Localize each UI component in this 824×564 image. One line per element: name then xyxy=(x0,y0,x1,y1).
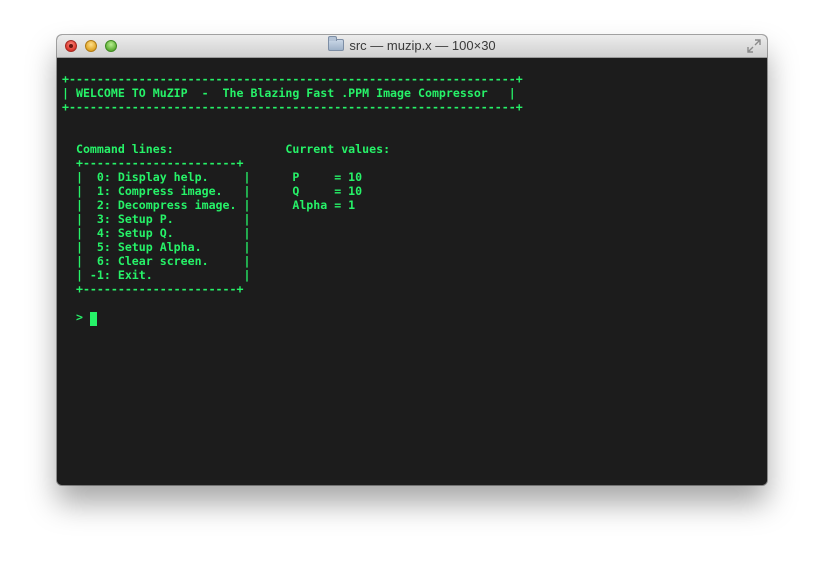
menu-item-compress: | 1: Compress image. | Q = 10 xyxy=(62,184,363,198)
window-title: src — muzip.x — 100×30 xyxy=(349,38,496,53)
window-title-area: src — muzip.x — 100×30 xyxy=(57,35,767,57)
banner-welcome-text: | WELCOME TO MuZIP - The Blazing Fast .P… xyxy=(62,86,516,100)
folder-icon xyxy=(328,36,345,51)
banner-top-border: +---------------------------------------… xyxy=(62,72,523,86)
menu-item-display-help: | 0: Display help. | P = 10 xyxy=(62,170,363,184)
menu-bottom-border: +----------------------+ xyxy=(62,282,244,296)
banner-bottom-border: +---------------------------------------… xyxy=(62,100,523,114)
command-prompt: > xyxy=(62,310,90,324)
menu-item-decompress: | 2: Decompress image. | Alpha = 1 xyxy=(62,198,356,212)
section-headings: Command lines: Current values: xyxy=(62,142,391,156)
terminal-window: src — muzip.x — 100×30 +----------------… xyxy=(57,35,767,485)
menu-item-clear-screen: | 6: Clear screen. | xyxy=(62,254,251,268)
terminal-content[interactable]: +---------------------------------------… xyxy=(57,58,767,485)
menu-item-setup-alpha: | 5: Setup Alpha. | xyxy=(62,240,251,254)
text-cursor xyxy=(90,312,97,326)
menu-top-border: +----------------------+ xyxy=(62,156,244,170)
menu-item-setup-p: | 3: Setup P. | xyxy=(62,212,251,226)
fullscreen-icon[interactable] xyxy=(747,39,761,53)
menu-item-exit: | -1: Exit. | xyxy=(62,268,251,282)
title-bar[interactable]: src — muzip.x — 100×30 xyxy=(57,35,767,58)
menu-item-setup-q: | 4: Setup Q. | xyxy=(62,226,251,240)
